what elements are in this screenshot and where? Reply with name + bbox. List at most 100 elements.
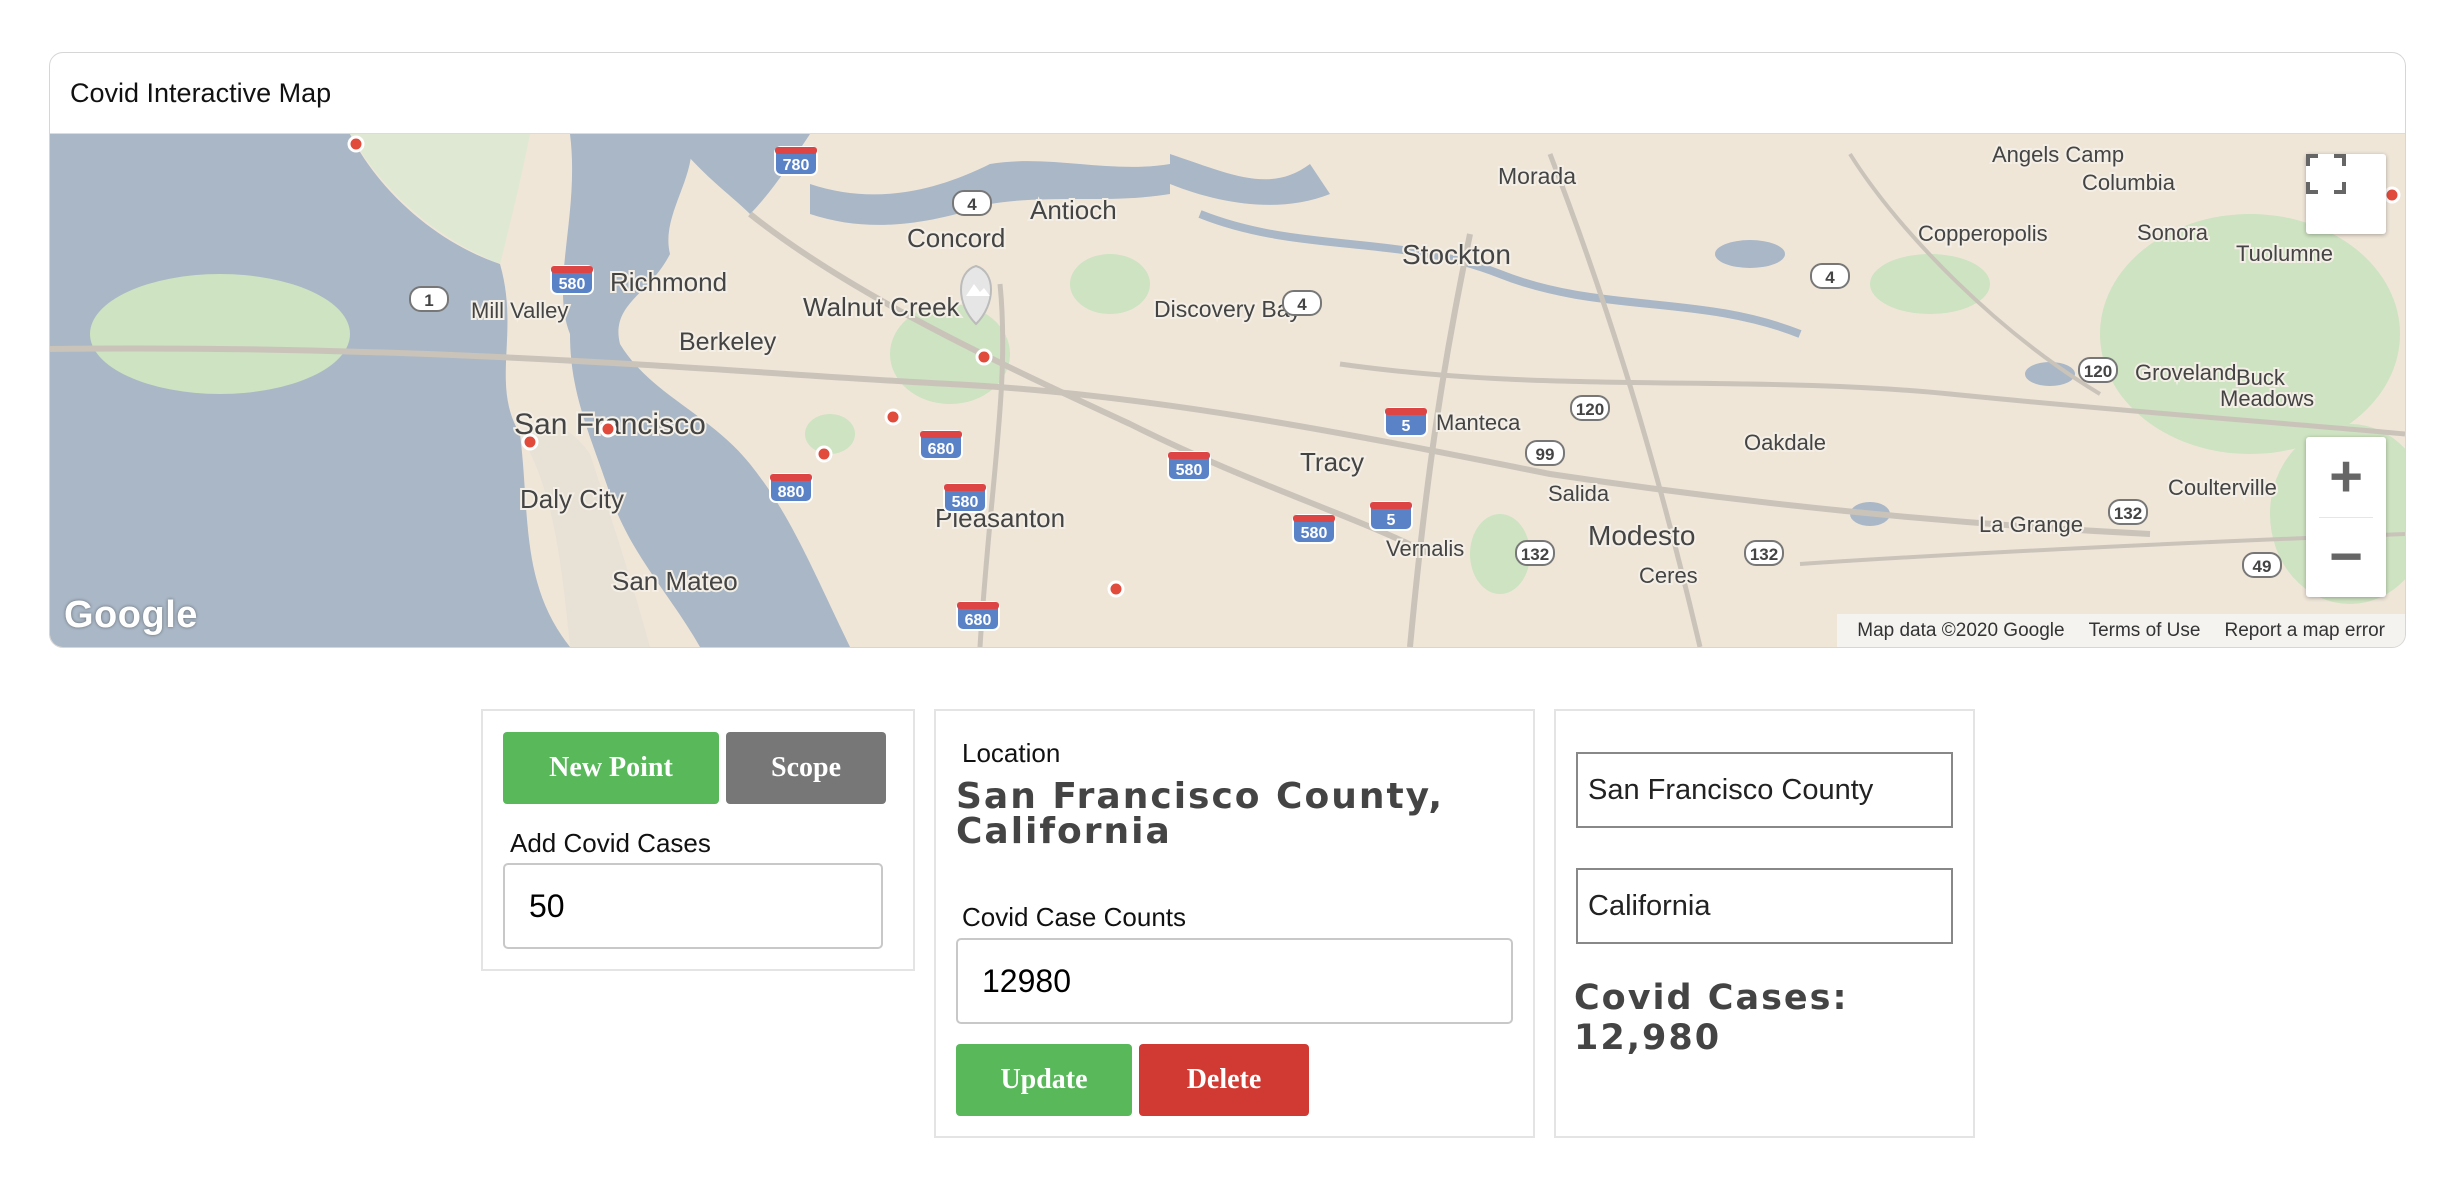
highway-shield-icon: 4	[1282, 290, 1322, 316]
highway-shield-label: 580	[952, 494, 979, 511]
map-place-label: Walnut Creek	[803, 292, 961, 322]
map-data-text: Map data ©2020 Google	[1857, 619, 2065, 641]
highway-shield-label: 132	[1750, 545, 1778, 564]
map-title: Covid Interactive Map	[50, 53, 2405, 134]
highway-shield-label: 120	[1576, 400, 1604, 419]
highway-shield-icon: 5	[1384, 407, 1428, 437]
highway-shield-icon: 780	[774, 146, 818, 176]
highway-shield-icon: 580	[1167, 451, 1211, 481]
map-marker	[815, 445, 833, 463]
map-place-label: Oakdale	[1744, 430, 1826, 455]
highway-shield-icon: 99	[1525, 440, 1565, 466]
google-logo[interactable]: Google	[64, 594, 198, 637]
map-place-label: Richmond	[610, 267, 727, 297]
map-place-label: La Grange	[1979, 512, 2083, 537]
map-canvas[interactable]: Angels Camp Columbia Morada Sonora Tuolumne C…	[50, 134, 2405, 647]
highway-shield-label: 580	[1176, 462, 1203, 479]
location-panel: Location San Francisco County, Californi…	[934, 709, 1535, 1138]
highway-shield-label: 49	[2253, 557, 2272, 576]
scope-button[interactable]: Scope	[726, 732, 886, 804]
map-marker	[1107, 580, 1125, 598]
map-marker	[599, 420, 617, 438]
highway-shield-label: 4	[1825, 268, 1835, 287]
highway-shield-icon: 49	[2242, 552, 2282, 578]
highway-shield-label: 120	[2084, 362, 2112, 381]
highway-shield-icon: 120	[1570, 395, 1610, 421]
location-name: San Francisco County, California	[956, 776, 1445, 852]
map-place-label: Coulterville	[2168, 475, 2277, 500]
new-point-button[interactable]: New Point	[503, 732, 719, 804]
add-point-panel: New Point Scope Add Covid Cases 50	[481, 709, 915, 971]
map-attribution: Map data ©2020 Google Terms of Use Repor…	[1837, 614, 2405, 647]
highway-shield-label: 1	[424, 291, 433, 310]
report-map-error-link[interactable]: Report a map error	[2224, 620, 2385, 642]
map-place-label: Columbia	[2082, 170, 2176, 195]
highway-shield-icon: 680	[919, 430, 963, 460]
map-place-label: Angels Camp	[1992, 142, 2124, 167]
highway-shield-label: 880	[778, 484, 805, 501]
highway-shield-label: 4	[1297, 295, 1307, 314]
highway-shield-label: 99	[1536, 445, 1555, 464]
highway-shield-icon: 132	[2108, 499, 2148, 525]
highway-shield-icon: 580	[550, 265, 594, 295]
map-graphic[interactable]: Angels Camp Columbia Morada Sonora Tuolumne C…	[50, 134, 2405, 647]
map-place-label: Copperopolis	[1918, 221, 2048, 246]
map-place-label: Tracy	[1300, 447, 1364, 477]
map-marker	[521, 433, 539, 451]
county-field[interactable]: San Francisco County	[1576, 752, 1953, 828]
map-place-label: Manteca	[1436, 410, 1521, 435]
highway-shield-label: 132	[2114, 504, 2142, 523]
case-counts-input[interactable]: 12980	[956, 938, 1513, 1024]
map-place-label: Mill Valley	[471, 298, 568, 323]
map-place-label: Sonora	[2137, 220, 2209, 245]
add-cases-input[interactable]: 50	[503, 863, 883, 949]
map-place-label: Berkeley	[679, 328, 777, 356]
highway-shield-icon: 4	[1810, 263, 1850, 289]
map-place-label: Salida	[1548, 481, 1610, 506]
highway-shield-label: 5	[1387, 512, 1396, 529]
update-button[interactable]: Update	[956, 1044, 1132, 1116]
map-marker	[975, 348, 993, 366]
map-place-label: Stockton	[1402, 239, 1511, 270]
highway-shield-icon: 132	[1744, 540, 1784, 566]
map-place-label: Modesto	[1588, 520, 1695, 551]
covid-cases-total: Covid Cases: 12,980	[1574, 978, 1849, 1058]
highway-shield-icon: 5	[1369, 501, 1413, 531]
map-place-label: Tuolumne	[2236, 241, 2333, 266]
map-place-label: Concord	[907, 223, 1005, 253]
highway-shield-label: 680	[965, 612, 992, 629]
summary-panel: San Francisco County California Covid Ca…	[1554, 709, 1975, 1138]
highway-shield-label: 4	[967, 195, 977, 214]
location-label: Location	[962, 738, 1061, 768]
case-counts-label: Covid Case Counts	[962, 902, 1186, 932]
highway-shield-label: 580	[1301, 525, 1328, 542]
highway-shield-icon: 1	[409, 286, 449, 312]
fullscreen-button[interactable]	[2306, 154, 2386, 234]
map-card: Covid Interactive Map Angels Camp Columb…	[49, 52, 2406, 648]
zoom-out-button[interactable]: −	[2306, 518, 2386, 597]
fullscreen-icon	[2306, 154, 2346, 194]
map-place-label: Vernalis	[1386, 536, 1464, 561]
map-place-label: Discovery Bay	[1154, 296, 1301, 322]
map-place-label: Daly City	[520, 484, 624, 514]
state-field[interactable]: California	[1576, 868, 1953, 944]
highway-shield-icon: 680	[956, 601, 1000, 631]
map-marker	[2383, 186, 2401, 204]
map-place-label: San Mateo	[612, 566, 738, 596]
map-marker	[884, 408, 902, 426]
highway-shield-icon: 580	[943, 483, 987, 513]
highway-shield-icon: 880	[769, 473, 813, 503]
zoom-control: + −	[2306, 437, 2386, 597]
highway-shield-label: 780	[783, 157, 810, 174]
highway-shield-icon: 580	[1292, 514, 1336, 544]
highway-shield-label: 680	[928, 441, 955, 458]
delete-button[interactable]: Delete	[1139, 1044, 1309, 1116]
highway-shield-icon: 120	[2078, 357, 2118, 383]
highway-shield-icon: 4	[952, 190, 992, 216]
map-place-label: Morada	[1498, 163, 1576, 189]
map-place-label: Ceres	[1639, 563, 1698, 588]
map-place-label: Antioch	[1030, 195, 1117, 225]
zoom-in-button[interactable]: +	[2306, 438, 2386, 517]
terms-of-use-link[interactable]: Terms of Use	[2089, 620, 2201, 642]
map-place-label: Groveland	[2135, 360, 2237, 385]
